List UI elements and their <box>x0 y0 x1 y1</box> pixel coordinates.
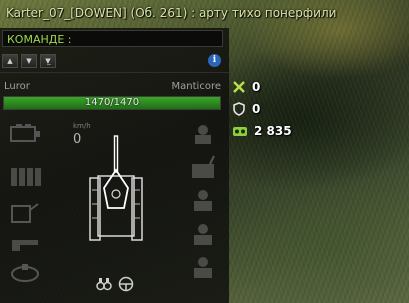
damage-blocked-value: 0 <box>252 102 261 116</box>
health-text: 1470/1470 <box>84 97 140 108</box>
damage-assisted-value: 0 <box>252 80 261 94</box>
damage-blocked-row: 0 <box>232 100 260 118</box>
ammo-rack-icon <box>11 168 41 186</box>
commander-icon <box>195 125 211 144</box>
spotting-icon <box>233 127 247 136</box>
arrow-down-icon[interactable]: ▼ <box>21 54 37 68</box>
damage-panel: КОМАНДЕ : ▲ ▼ ▼̲ i Luror Manticore 1470/… <box>0 28 229 303</box>
spotting-damage-row: 2 835 <box>232 122 292 140</box>
turret-rotator-icon <box>11 264 39 282</box>
spotting-damage-value: 2 835 <box>254 124 292 138</box>
tank-silhouette <box>89 135 143 241</box>
radio-icon <box>192 155 215 178</box>
shield-icon <box>233 102 245 116</box>
fuel-tank-icon <box>11 203 39 223</box>
speed-unit: km/h <box>73 122 91 130</box>
loader-icon <box>194 257 212 278</box>
driver-icon <box>194 190 212 211</box>
steering-wheel-icon <box>118 276 134 292</box>
damage-assisted-row: 0 <box>232 78 260 96</box>
player-name: Luror <box>4 81 30 92</box>
team-chat-input[interactable]: КОМАНДЕ : <box>2 30 223 47</box>
binoculars-icon <box>96 278 112 291</box>
tank-name: Manticore <box>171 81 221 92</box>
arrow-down-bar-icon[interactable]: ▼̲ <box>40 54 56 68</box>
engine-icon <box>10 124 40 142</box>
health-bar: 1470/1470 <box>3 96 221 110</box>
panel-controls: ▲ ▼ ▼̲ <box>2 54 56 68</box>
arrow-up-icon[interactable]: ▲ <box>2 54 18 68</box>
divider <box>0 72 229 73</box>
speed-value: 0 <box>73 132 82 147</box>
info-icon[interactable]: i <box>208 54 221 67</box>
gun-icon <box>12 240 38 251</box>
crossed-arrows-icon <box>233 81 245 93</box>
chat-message: Karter_07_[DOWEN] (Об. 261) : арту тихо … <box>6 6 337 20</box>
gunner-icon <box>194 224 212 245</box>
